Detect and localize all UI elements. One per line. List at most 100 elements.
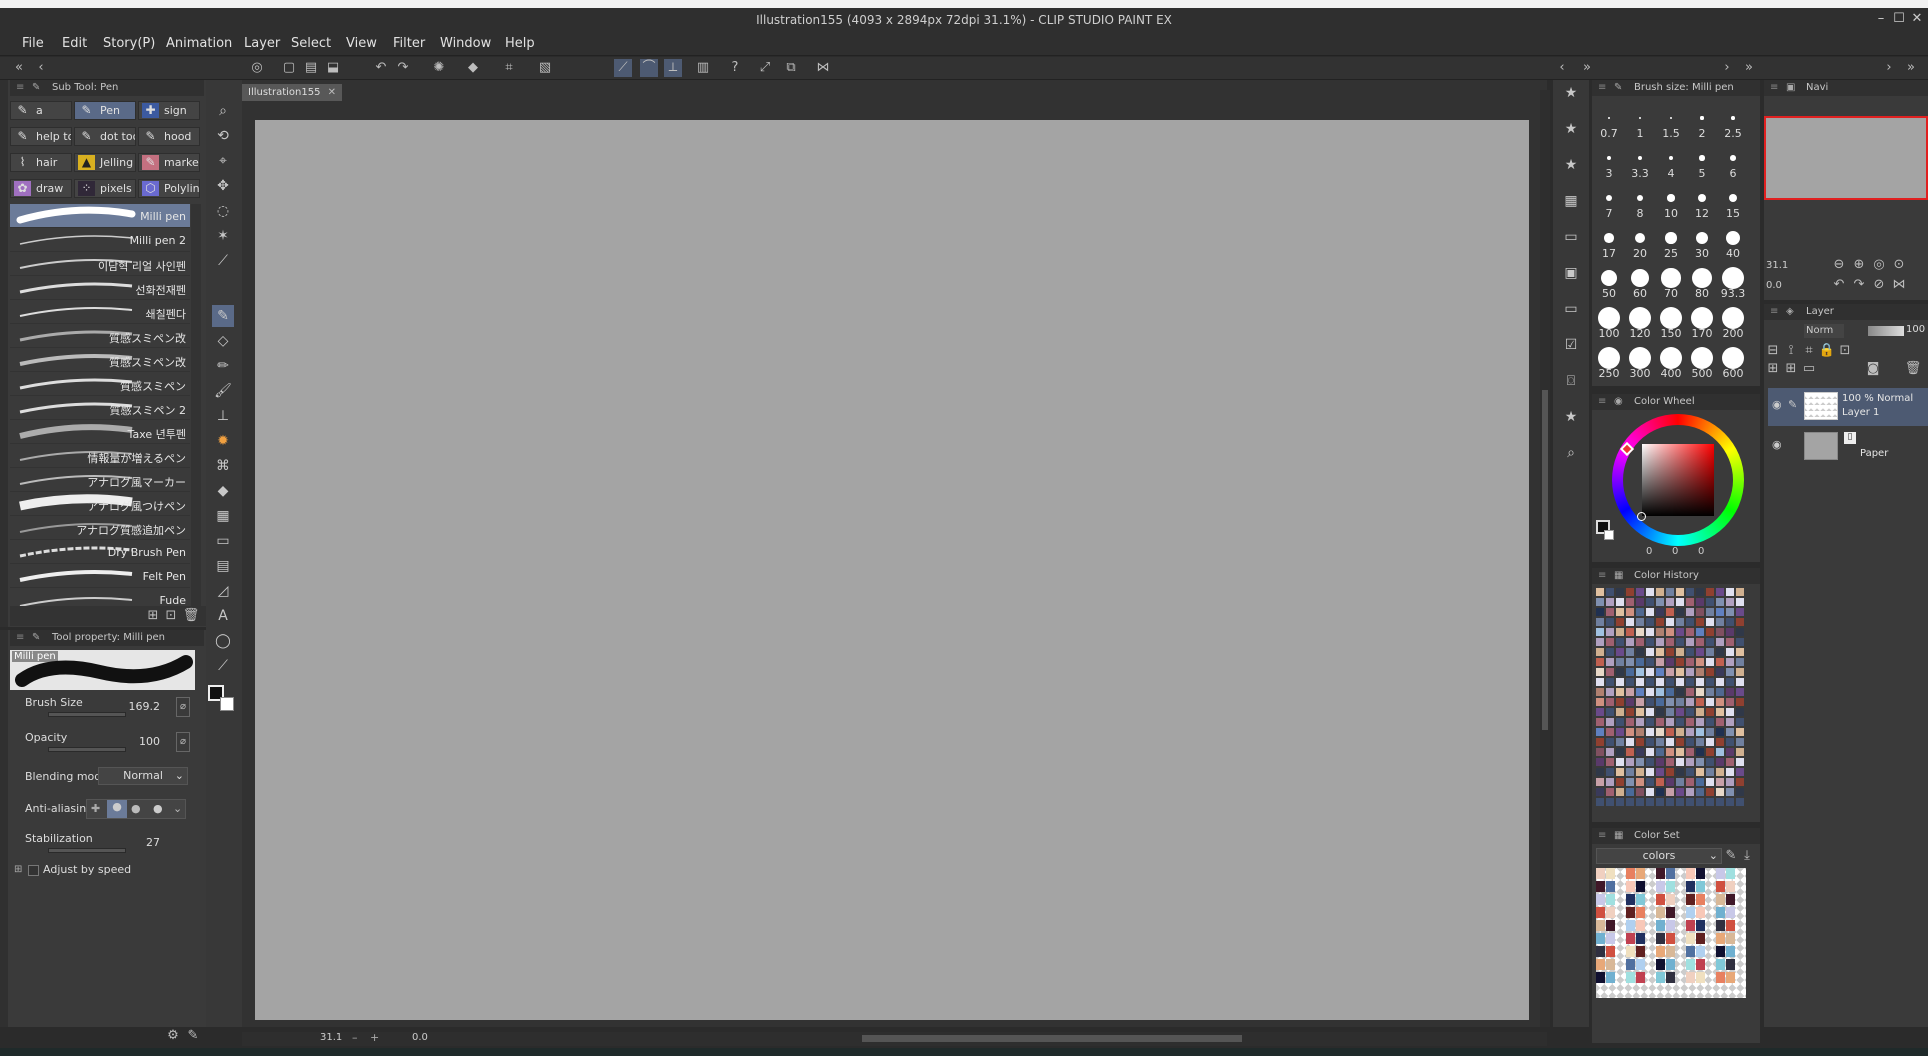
history-swatch[interactable] — [1676, 738, 1684, 746]
history-swatch[interactable] — [1626, 598, 1634, 606]
color-set-swatch[interactable] — [1606, 972, 1615, 983]
brush-size-option[interactable]: 50 — [1594, 262, 1624, 302]
history-swatch[interactable] — [1646, 648, 1654, 656]
brush-item[interactable]: アナログ風マーカー — [10, 468, 190, 492]
history-swatch[interactable] — [1696, 798, 1704, 806]
history-swatch[interactable] — [1646, 698, 1654, 706]
star-icon[interactable]: ★ — [1558, 116, 1584, 142]
color-set-swatch[interactable] — [1606, 933, 1615, 944]
color-set-swatch[interactable] — [1596, 894, 1605, 905]
collapse-left-icon[interactable]: « — [10, 59, 28, 77]
history-swatch[interactable] — [1616, 658, 1624, 666]
grip-icon[interactable]: ≡ — [1770, 304, 1778, 320]
history-swatch[interactable] — [1686, 708, 1694, 716]
history-swatch[interactable] — [1686, 618, 1694, 626]
clip-icon[interactable]: ⟟ — [1782, 342, 1800, 360]
history-swatch[interactable] — [1706, 688, 1714, 696]
brush-item[interactable]: Fude — [10, 588, 190, 608]
color-set-swatch[interactable] — [1716, 894, 1725, 905]
brush-size-option[interactable]: 300 — [1625, 342, 1655, 382]
history-swatch[interactable] — [1606, 728, 1614, 736]
folder-icon[interactable]: ▭ — [1558, 224, 1584, 250]
history-swatch[interactable] — [1596, 628, 1604, 636]
color-set-swatch[interactable] — [1636, 868, 1645, 879]
brush-size-option[interactable]: 170 — [1687, 302, 1717, 342]
history-swatch[interactable] — [1616, 678, 1624, 686]
history-swatch[interactable] — [1726, 768, 1734, 776]
subtool-group-sign[interactable]: ✚ sign — [138, 101, 200, 120]
history-swatch[interactable] — [1726, 698, 1734, 706]
history-swatch[interactable] — [1606, 588, 1614, 596]
color-set-swatch[interactable] — [1716, 933, 1725, 944]
history-swatch[interactable] — [1726, 718, 1734, 726]
history-swatch[interactable] — [1666, 768, 1674, 776]
grip-icon[interactable]: ≡ — [1598, 568, 1606, 584]
color-set-swatch[interactable] — [1696, 907, 1705, 918]
color-set-swatch[interactable] — [1656, 907, 1665, 918]
history-swatch[interactable] — [1716, 658, 1724, 666]
history-swatch[interactable] — [1656, 678, 1664, 686]
color-set-swatch[interactable] — [1666, 894, 1675, 905]
history-swatch[interactable] — [1726, 658, 1734, 666]
subtool-group-help-tools[interactable]: ✎help tools — [10, 127, 72, 146]
history-swatch[interactable] — [1666, 738, 1674, 746]
menu-file[interactable]: File — [22, 36, 44, 51]
brush-list-scrollbar[interactable] — [191, 204, 201, 608]
blend-mode-select[interactable]: Norm — [1804, 324, 1844, 338]
color-set-swatch[interactable] — [1686, 920, 1695, 931]
history-swatch[interactable] — [1646, 728, 1654, 736]
history-swatch[interactable] — [1706, 608, 1714, 616]
new-file-icon[interactable]: ▢ — [280, 59, 298, 77]
history-swatch[interactable] — [1726, 588, 1734, 596]
brush-size-option[interactable]: 2.5 — [1718, 102, 1748, 142]
history-swatch[interactable] — [1666, 698, 1674, 706]
history-swatch[interactable] — [1626, 688, 1634, 696]
history-swatch[interactable] — [1626, 638, 1634, 646]
brush-size-option[interactable]: 40 — [1718, 222, 1748, 262]
history-swatch[interactable] — [1606, 778, 1614, 786]
history-swatch[interactable] — [1686, 658, 1694, 666]
color-set-swatch[interactable] — [1636, 959, 1645, 970]
menu-animation[interactable]: Animation — [166, 36, 232, 51]
history-swatch[interactable] — [1616, 618, 1624, 626]
flip-icon[interactable]: ⋈ — [1890, 276, 1908, 294]
history-swatch[interactable] — [1736, 598, 1744, 606]
brush-size-option[interactable]: 600 — [1718, 342, 1748, 382]
history-swatch[interactable] — [1606, 698, 1614, 706]
history-swatch[interactable] — [1686, 648, 1694, 656]
history-swatch[interactable] — [1676, 768, 1684, 776]
history-swatch[interactable] — [1676, 638, 1684, 646]
color-set-swatch[interactable] — [1726, 933, 1735, 944]
brush-item[interactable]: 쇄칠펜다 — [10, 300, 190, 324]
timeline-icon[interactable]: ▥ — [694, 59, 712, 77]
history-swatch[interactable] — [1686, 728, 1694, 736]
history-swatch[interactable] — [1686, 758, 1694, 766]
history-swatch[interactable] — [1706, 598, 1714, 606]
history-swatch[interactable] — [1686, 668, 1694, 676]
history-swatch[interactable] — [1706, 778, 1714, 786]
history-swatch[interactable] — [1636, 758, 1644, 766]
color-set-swatch[interactable] — [1666, 920, 1675, 931]
color-set-swatch[interactable] — [1716, 959, 1725, 970]
zoom-icon[interactable]: ⌕ — [212, 100, 234, 122]
history-swatch[interactable] — [1626, 658, 1634, 666]
history-swatch[interactable] — [1696, 678, 1704, 686]
history-swatch[interactable] — [1716, 738, 1724, 746]
text-icon[interactable]: A — [212, 605, 234, 627]
history-swatch[interactable] — [1656, 628, 1664, 636]
3d-icon[interactable]: ⌘ — [212, 455, 234, 477]
history-swatch[interactable] — [1626, 608, 1634, 616]
history-swatch[interactable] — [1596, 718, 1604, 726]
history-swatch[interactable] — [1686, 598, 1694, 606]
magic-wand-icon[interactable]: ✶ — [212, 225, 234, 247]
history-swatch[interactable] — [1726, 618, 1734, 626]
history-swatch[interactable] — [1726, 728, 1734, 736]
brush-size-option[interactable]: 70 — [1656, 262, 1686, 302]
history-swatch[interactable] — [1706, 698, 1714, 706]
chevron-left-icon[interactable]: ‹ — [1553, 59, 1571, 77]
history-swatch[interactable] — [1616, 608, 1624, 616]
history-swatch[interactable] — [1706, 718, 1714, 726]
color-set-swatch[interactable] — [1716, 946, 1725, 957]
history-swatch[interactable] — [1676, 608, 1684, 616]
window-layout-icon[interactable]: ⧉ — [782, 59, 800, 77]
